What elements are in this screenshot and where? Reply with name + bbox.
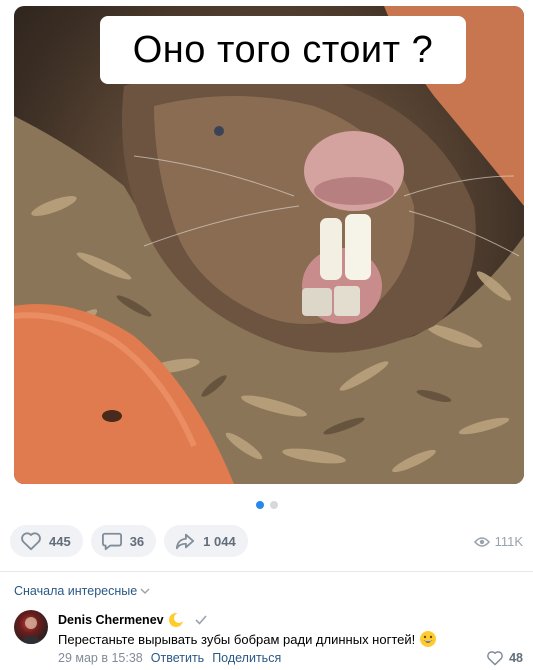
comment-icon [101,532,122,551]
avatar[interactable] [14,610,48,644]
comment-author[interactable]: Denis Chermenev [58,612,208,628]
reply-button[interactable]: Ответить [151,651,204,665]
eye-icon [473,536,490,547]
comments-sort-dropdown[interactable]: Сначала интересные [14,584,150,598]
section-divider [0,571,533,572]
comment-body: Перестаньте вырывать зубы бобрам ради дл… [58,631,416,647]
carousel-dot[interactable] [269,501,278,509]
share-button[interactable]: 1 044 [164,525,248,557]
comment-count: 36 [129,533,145,549]
post-photo[interactable]: Оно того стоит ? [14,6,524,484]
comment-author-name: Denis Chermenev [58,613,164,627]
chevron-down-icon [140,588,150,594]
carousel-dot-active[interactable] [255,501,264,509]
post-caption: Оно того стоит ? [100,16,466,84]
heart-icon [21,532,41,551]
share-comment-button[interactable]: Поделиться [212,651,281,665]
like-button[interactable]: 445 [10,525,83,557]
grin-emoji-icon [420,631,437,647]
carousel-indicator [0,501,533,509]
like-count: 445 [49,533,71,549]
comment-date[interactable]: 29 мар в 15:38 [58,651,143,665]
avatar-image [19,617,43,644]
heart-icon [487,651,503,666]
views-count: 111K [494,534,523,549]
comments-sort-label: Сначала интересные [14,584,138,598]
share-count: 1 044 [203,533,236,549]
comment-button[interactable]: 36 [90,525,157,557]
comment-like-count: 48 [509,651,523,665]
views-counter: 111K [473,534,523,549]
comment-meta: 29 мар в 15:38 Ответить Поделиться [58,651,281,665]
comment-text: Перестаньте вырывать зубы бобрам ради дл… [58,630,437,648]
share-icon [176,533,195,550]
check-icon [195,615,207,625]
moon-emoji-icon [168,613,184,627]
post-actions: 445 36 1 044 [10,525,248,557]
comment-like-button[interactable]: 48 [486,650,523,666]
